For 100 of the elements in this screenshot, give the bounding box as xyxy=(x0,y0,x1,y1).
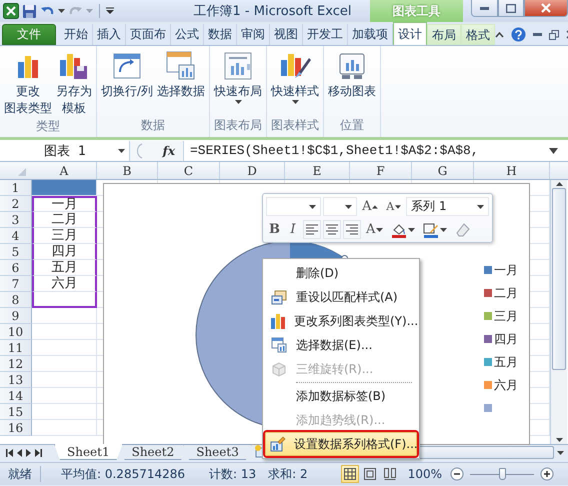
zoom-level[interactable]: 100% xyxy=(400,467,450,481)
series-selector[interactable]: 系列 1 xyxy=(406,197,489,216)
font-size-field[interactable] xyxy=(322,197,358,216)
legend-label: 五月 xyxy=(494,354,518,370)
group-label: 数据 xyxy=(141,117,166,134)
row-header[interactable]: 9 xyxy=(0,308,32,324)
column-header[interactable]: G xyxy=(412,162,474,179)
group-label: 类型 xyxy=(36,118,60,135)
window-title: 工作簿1 - Microsoft Excel xyxy=(192,3,352,20)
column-header[interactable]: H xyxy=(474,162,550,179)
ribbon-button[interactable]: 移动图表 xyxy=(327,48,378,117)
menu-item[interactable]: 选择数据(E)... xyxy=(265,333,417,357)
maximize-button[interactable] xyxy=(498,0,524,17)
align-left-button[interactable] xyxy=(303,220,321,239)
previous-sheet-icon[interactable] xyxy=(17,448,22,456)
count-value: 计数: 13 xyxy=(208,466,258,482)
align-center-button[interactable] xyxy=(323,220,341,239)
menu-item[interactable]: 更改系列图表类型(Y)... xyxy=(265,309,417,333)
status-text: 就绪 xyxy=(7,466,33,482)
pencil-outline-icon xyxy=(423,222,440,238)
sheet-tab[interactable]: Sheet3 xyxy=(183,444,252,460)
column-header[interactable]: E xyxy=(285,162,350,179)
bold-button[interactable]: B xyxy=(266,220,283,239)
collapse-ribbon-icon[interactable] xyxy=(495,32,504,38)
zoom-in-icon[interactable] xyxy=(540,467,554,481)
next-sheet-icon[interactable] xyxy=(26,448,31,456)
ribbon-button[interactable]: 切换行/列 xyxy=(100,48,154,117)
font-name-field[interactable] xyxy=(266,197,321,216)
column-header[interactable]: D xyxy=(220,162,285,179)
scroll-down-icon xyxy=(556,438,562,442)
align-right-icon xyxy=(346,224,358,235)
ribbon-button[interactable]: 快速布局 xyxy=(213,48,264,117)
sum-value: 求和: 2 xyxy=(267,466,309,482)
row-header[interactable]: 1 xyxy=(0,180,32,196)
row-header[interactable]: 12 xyxy=(0,356,32,372)
ribbon-button[interactable]: 选择数据 xyxy=(156,48,206,117)
ribbon-button[interactable]: 另存为 模板 xyxy=(55,48,93,118)
page-icon xyxy=(364,468,376,480)
row-header[interactable]: 8 xyxy=(0,292,32,308)
customize-caret-icon[interactable] xyxy=(106,7,114,15)
italic-button[interactable]: I xyxy=(285,220,301,239)
column-header[interactable]: F xyxy=(350,162,412,179)
minimize-button[interactable] xyxy=(471,0,498,17)
grow-font-button[interactable]: A xyxy=(359,197,382,216)
menu-item[interactable]: 添加数据标签(B) xyxy=(265,381,417,408)
table-cell: 六月 xyxy=(32,276,97,292)
ribbon-button[interactable]: 快速样式 xyxy=(270,48,320,117)
row-header[interactable]: 15 xyxy=(0,404,32,420)
menu-item[interactable]: 重设以匹配样式(A) xyxy=(265,285,417,309)
menu-item[interactable]: 设置数据系列格式(F)... xyxy=(265,432,417,456)
splitter-handle-icon[interactable] xyxy=(134,142,144,158)
ribbon-tab[interactable]: 文件 xyxy=(2,24,56,45)
expand-caret-icon[interactable] xyxy=(549,148,558,154)
group-label: 位置 xyxy=(340,117,364,134)
row-header[interactable]: 3 xyxy=(0,212,32,228)
insert-function-button[interactable]: fx xyxy=(162,144,175,158)
legend-label: 三月 xyxy=(494,308,518,324)
table-cell: 五月 xyxy=(32,260,97,276)
row-header[interactable]: 11 xyxy=(0,340,32,356)
formula-field[interactable]: =SERIES(Sheet1!$C$1,Sheet1!$A$2:$A$8, xyxy=(184,143,539,158)
zoom-slider-thumb[interactable] xyxy=(499,468,506,480)
shrink-font-button[interactable]: A xyxy=(383,197,404,216)
row-header[interactable]: 16 xyxy=(0,420,32,436)
zoom-out-icon[interactable] xyxy=(450,467,464,481)
row-header[interactable]: 6 xyxy=(0,260,32,276)
close-button[interactable] xyxy=(524,0,568,17)
last-sheet-icon[interactable] xyxy=(35,448,42,456)
ribbon-button[interactable]: 更改 图表类型 xyxy=(3,48,53,118)
caret-icon xyxy=(234,100,242,104)
caret-icon xyxy=(308,204,316,208)
row-header[interactable]: 5 xyxy=(0,244,32,260)
ribbon-tab[interactable]: 格式 xyxy=(461,24,495,45)
menu-item[interactable]: 删除(D) xyxy=(265,261,417,285)
group-label: 图表样式 xyxy=(271,117,320,134)
row-header[interactable]: 4 xyxy=(0,228,32,244)
first-sheet-icon[interactable] xyxy=(6,448,13,456)
column-header[interactable]: B xyxy=(97,162,158,179)
row-header[interactable]: 2 xyxy=(0,196,32,212)
ribbon-tab[interactable]: 设计 xyxy=(393,22,427,45)
row-header[interactable]: 14 xyxy=(0,388,32,404)
row-header[interactable]: 13 xyxy=(0,372,32,388)
sheet-tab[interactable]: Sheet1 xyxy=(54,444,123,460)
vertical-scrollbar[interactable] xyxy=(550,180,567,444)
cube-icon xyxy=(271,361,287,377)
chart-reset-icon xyxy=(271,289,287,305)
scroll-right-icon xyxy=(557,450,564,454)
ribbon-tab[interactable]: 布局 xyxy=(427,24,461,45)
save-icon[interactable] xyxy=(22,4,37,18)
align-right-button[interactable] xyxy=(343,220,361,239)
excel-logo-icon[interactable] xyxy=(3,3,19,19)
row-header[interactable]: 10 xyxy=(0,324,32,340)
table-cell: 二月 xyxy=(32,212,97,228)
column-header[interactable]: C xyxy=(158,162,220,179)
font-color-button[interactable]: A xyxy=(363,220,386,239)
chart-tools-header: 图表工具 xyxy=(370,0,463,22)
row-header[interactable]: 7 xyxy=(0,276,32,292)
normal-view-button[interactable] xyxy=(340,465,359,483)
column-header[interactable]: A xyxy=(32,162,97,179)
help-icon[interactable] xyxy=(511,27,526,42)
restore-icon[interactable] xyxy=(549,30,559,40)
